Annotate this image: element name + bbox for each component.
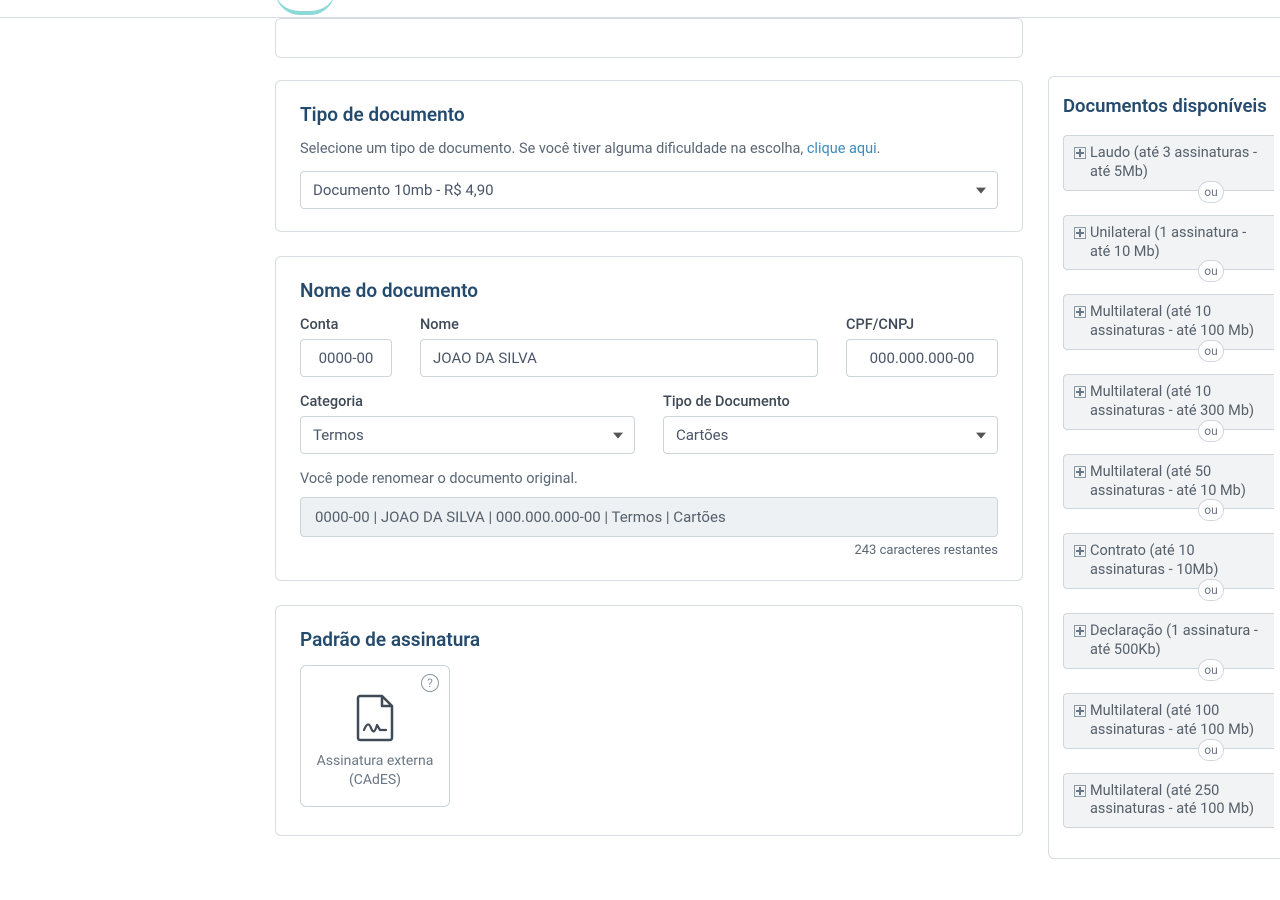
plus-icon [1074, 147, 1086, 159]
ou-badge: ou [1198, 420, 1224, 442]
doc-item-label: Multilateral (até 100 assinaturas - até … [1090, 702, 1264, 740]
plus-icon [1074, 705, 1086, 717]
doc-item-label: Laudo (até 3 assinaturas - até 5Mb) [1090, 144, 1264, 182]
tipo-doc-select[interactable]: Cartões [663, 416, 998, 454]
doc-item-label: Multilateral (até 250 assinaturas - até … [1090, 782, 1264, 820]
cpf-label: CPF/CNPJ [846, 316, 998, 333]
doc-item[interactable]: Multilateral (até 50 assinaturas - até 1… [1063, 454, 1274, 510]
documentos-disponiveis-title: Documentos disponíveis [1063, 95, 1274, 117]
document-signature-icon [354, 694, 396, 742]
doc-item[interactable]: Unilateral (1 assinatura - até 10 Mb)ou [1063, 215, 1274, 271]
collapsed-card [275, 18, 1023, 58]
cpf-input[interactable] [846, 339, 998, 377]
ou-badge: ou [1198, 499, 1224, 521]
conta-label: Conta [300, 316, 392, 333]
tipo-documento-helper: Selecione um tipo de documento. Se você … [300, 140, 998, 157]
tipo-documento-select[interactable]: Documento 10mb - R$ 4,90 [300, 171, 998, 209]
doc-item[interactable]: Declaração (1 assinatura - até 500Kb)ou [1063, 613, 1274, 669]
doc-item[interactable]: Multilateral (até 100 assinaturas - até … [1063, 693, 1274, 749]
ou-badge: ou [1198, 579, 1224, 601]
nome-input[interactable] [420, 339, 818, 377]
nome-label: Nome [420, 316, 818, 333]
ou-badge: ou [1198, 659, 1224, 681]
helper-suffix: . [877, 140, 881, 157]
char-count: 243 caracteres restantes [300, 543, 998, 558]
combined-name-input[interactable]: 0000-00 | JOAO DA SILVA | 000.000.000-00… [300, 497, 998, 537]
ou-badge: ou [1198, 340, 1224, 362]
ou-badge: ou [1198, 181, 1224, 203]
helper-link[interactable]: clique aqui [807, 140, 877, 157]
doc-list: Laudo (até 3 assinaturas - até 5Mb)ouUni… [1063, 135, 1274, 828]
plus-icon [1074, 306, 1086, 318]
helper-prefix: Selecione um tipo de documento. Se você … [300, 140, 807, 157]
padrao-assinatura-card: Padrão de assinatura ? Assinatura extern… [275, 605, 1023, 836]
conta-input[interactable] [300, 339, 392, 377]
tipo-documento-title: Tipo de documento [300, 103, 998, 126]
plus-icon [1074, 785, 1086, 797]
doc-item-label: Multilateral (até 10 assinaturas - até 3… [1090, 383, 1264, 421]
padrao-assinatura-title: Padrão de assinatura [300, 628, 998, 651]
tipo-documento-card: Tipo de documento Selecione um tipo de d… [275, 80, 1023, 232]
tipo-doc-label: Tipo de Documento [663, 393, 998, 410]
doc-item[interactable]: Multilateral (até 10 assinaturas - até 3… [1063, 374, 1274, 430]
documentos-disponiveis-card: Documentos disponíveis Laudo (até 3 assi… [1048, 76, 1280, 859]
categoria-label: Categoria [300, 393, 635, 410]
logo-hint [275, 0, 335, 15]
categoria-select[interactable]: Termos [300, 416, 635, 454]
assinatura-externa-option[interactable]: ? Assinatura externa (CAdES) [300, 665, 450, 807]
plus-icon [1074, 466, 1086, 478]
plus-icon [1074, 625, 1086, 637]
doc-item-label: Unilateral (1 assinatura - até 10 Mb) [1090, 224, 1264, 262]
plus-icon [1074, 227, 1086, 239]
doc-item[interactable]: Laudo (até 3 assinaturas - até 5Mb)ou [1063, 135, 1274, 191]
nome-documento-title: Nome do documento [300, 279, 998, 302]
help-icon[interactable]: ? [421, 674, 439, 692]
doc-item-label: Multilateral (até 10 assinaturas - até 1… [1090, 303, 1264, 341]
plus-icon [1074, 545, 1086, 557]
doc-item[interactable]: Contrato (até 10 assinaturas - 10Mb)ou [1063, 533, 1274, 589]
doc-item[interactable]: Multilateral (até 10 assinaturas - até 1… [1063, 294, 1274, 350]
header-divider [0, 0, 1280, 18]
doc-item-label: Multilateral (até 50 assinaturas - até 1… [1090, 463, 1264, 501]
assinatura-externa-label: Assinatura externa (CAdES) [309, 752, 441, 790]
ou-badge: ou [1198, 260, 1224, 282]
ou-badge: ou [1198, 739, 1224, 761]
doc-item[interactable]: Multilateral (até 250 assinaturas - até … [1063, 773, 1274, 829]
plus-icon [1074, 386, 1086, 398]
rename-hint: Você pode renomear o documento original. [300, 470, 998, 487]
doc-item-label: Declaração (1 assinatura - até 500Kb) [1090, 622, 1264, 660]
doc-item-label: Contrato (até 10 assinaturas - 10Mb) [1090, 542, 1264, 580]
nome-documento-card: Nome do documento Conta Nome CPF/CNPJ Ca… [275, 256, 1023, 581]
